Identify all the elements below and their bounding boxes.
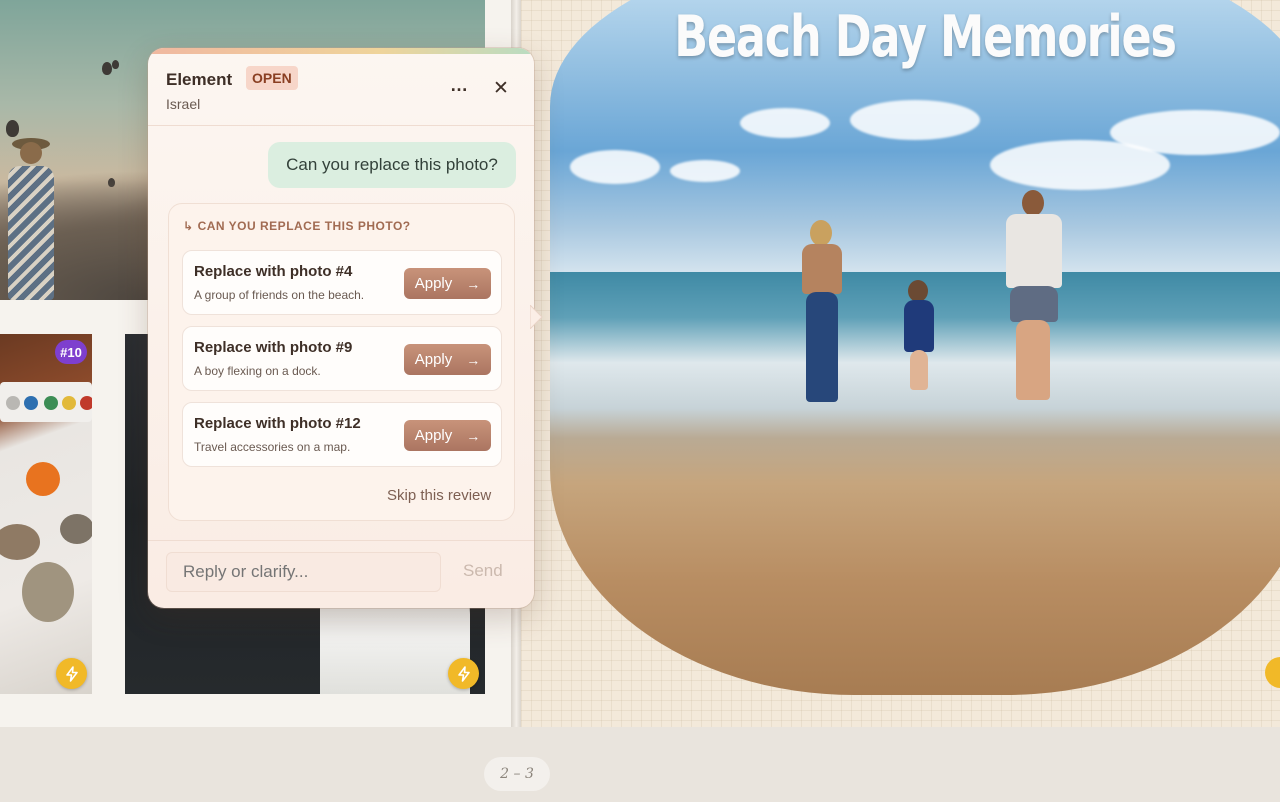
panel-author: Israel: [166, 96, 201, 112]
bottom-bar: [0, 727, 1280, 802]
orange-shape: [26, 462, 60, 496]
suggestion-description: Travel accessories on a map.: [194, 440, 351, 454]
smart-badge-icon[interactable]: [56, 658, 87, 689]
arrow-right-icon: →: [466, 275, 481, 292]
suggestion-header: ↳ CAN YOU REPLACE THIS PHOTO?: [183, 219, 411, 233]
suggestion-title: Replace with photo #9: [194, 339, 353, 356]
status-badge: OPEN: [246, 66, 298, 90]
apply-button[interactable]: Apply →: [404, 344, 491, 375]
arrow-right-icon: →: [466, 351, 481, 368]
more-horizontal-icon[interactable]: …: [448, 76, 470, 100]
suggestion-item: Replace with photo #4 A group of friends…: [182, 250, 502, 315]
panel-header: Element OPEN Israel … ✕: [148, 54, 534, 126]
reply-input[interactable]: [166, 552, 441, 592]
balloon-shape: [102, 62, 112, 75]
smart-badge-icon[interactable]: [448, 658, 479, 689]
reply-arrow-icon: ↳: [183, 219, 194, 233]
woman-figure: [6, 138, 56, 300]
skip-review-link[interactable]: Skip this review: [387, 487, 491, 504]
user-message-bubble: Can you replace this photo?: [268, 142, 516, 188]
suggestion-title: Replace with photo #4: [194, 263, 353, 280]
apply-button[interactable]: Apply →: [404, 420, 491, 451]
suggestions-card: ↳ CAN YOU REPLACE THIS PHOTO? Replace wit…: [168, 203, 515, 521]
palette-shape: [0, 382, 92, 422]
panel-footer: Send: [148, 540, 534, 608]
photo-beach-family[interactable]: [550, 0, 1280, 695]
arrow-right-icon: →: [466, 427, 481, 444]
suggestion-description: A group of friends on the beach.: [194, 288, 365, 302]
review-panel: Element OPEN Israel … ✕ Can you replace …: [148, 48, 534, 608]
balloon-shape: [112, 60, 119, 69]
apply-button[interactable]: Apply →: [404, 268, 491, 299]
page-indicator[interactable]: 2 – 3: [484, 757, 550, 791]
photo-painting[interactable]: [0, 334, 92, 694]
page-title[interactable]: Beach Day Memories: [640, 4, 1209, 70]
send-button[interactable]: Send: [463, 561, 503, 581]
photo-number-badge: #10: [55, 340, 87, 364]
balloon-shape: [6, 120, 19, 137]
panel-pointer: [530, 305, 543, 329]
suggestion-title: Replace with photo #12: [194, 415, 361, 432]
suggestion-description: A boy flexing on a dock.: [194, 364, 321, 378]
suggestion-item: Replace with photo #9 A boy flexing on a…: [182, 326, 502, 391]
suggestion-item: Replace with photo #12 Travel accessorie…: [182, 402, 502, 467]
close-icon[interactable]: ✕: [490, 78, 512, 100]
panel-title: Element: [166, 70, 233, 89]
